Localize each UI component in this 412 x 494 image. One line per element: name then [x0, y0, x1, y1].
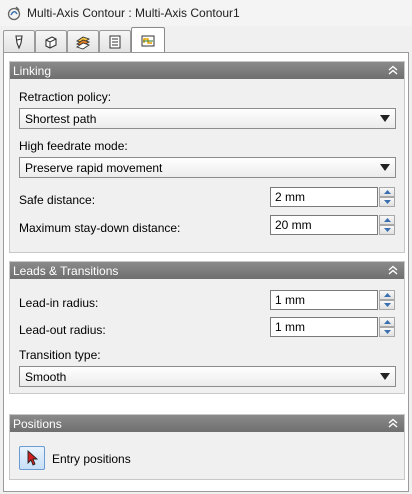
max-staydown-spinner: 20 mm [270, 215, 395, 235]
lead-in-input[interactable]: 1 mm [270, 290, 379, 310]
arrow-down-icon [383, 200, 391, 204]
arrow-down-icon [383, 330, 391, 334]
arrow-up-icon [383, 218, 391, 222]
retraction-policy-label: Retraction policy: [19, 90, 112, 104]
positions-group-header[interactable]: Positions [10, 415, 404, 432]
linking-group-header[interactable]: Linking [10, 62, 404, 79]
tab-geometry[interactable] [35, 30, 67, 52]
entry-positions-label: Entry positions [52, 452, 131, 466]
linking-group-title: Linking [13, 63, 52, 78]
retraction-policy-value: Shortest path [25, 111, 97, 126]
tab-tool[interactable] [3, 30, 35, 52]
title-bar: Multi-Axis Contour : Multi-Axis Contour1 [0, 0, 412, 26]
entry-positions-button[interactable] [19, 446, 45, 470]
tool-icon [15, 34, 23, 49]
tab-strip [3, 26, 409, 53]
lead-in-spinner: 1 mm [270, 290, 395, 310]
lead-out-spinner: 1 mm [270, 317, 395, 337]
window-title: Multi-Axis Contour : Multi-Axis Contour1 [27, 6, 240, 20]
high-feedrate-label: High feedrate mode: [19, 139, 128, 153]
spin-down-button[interactable] [379, 300, 395, 310]
spin-up-button[interactable] [379, 187, 395, 197]
tab-linking[interactable] [131, 27, 165, 53]
tab-heights[interactable] [67, 30, 99, 52]
positions-group: Positions Entry positions [9, 414, 405, 480]
chevron-down-icon [380, 115, 390, 122]
lead-out-label: Lead-out radius: [19, 323, 106, 337]
cursor-arrow-icon [27, 450, 39, 466]
max-staydown-input[interactable]: 20 mm [270, 215, 379, 235]
leads-group-header[interactable]: Leads & Transitions [10, 262, 404, 279]
safe-distance-spinner: 2 mm [270, 187, 395, 207]
chevron-down-icon [380, 373, 390, 380]
collapse-icon[interactable] [386, 416, 400, 430]
transition-type-label: Transition type: [19, 348, 101, 362]
spin-down-button[interactable] [379, 225, 395, 235]
spin-up-button[interactable] [379, 290, 395, 300]
spin-up-button[interactable] [379, 215, 395, 225]
leads-group-title: Leads & Transitions [13, 263, 119, 278]
chevron-down-icon [380, 164, 390, 171]
operation-icon [7, 6, 21, 21]
lead-in-label: Lead-in radius: [19, 296, 99, 310]
lead-out-input[interactable]: 1 mm [270, 317, 379, 337]
geometry-icon [45, 35, 57, 49]
safe-distance-label: Safe distance: [19, 193, 96, 207]
passes-icon [109, 35, 121, 48]
arrow-up-icon [383, 320, 391, 324]
linking-group: Linking Retraction policy: Shortest path… [9, 61, 405, 253]
heights-icon [75, 36, 91, 49]
collapse-icon[interactable] [386, 263, 400, 277]
high-feedrate-value: Preserve rapid movement [25, 160, 163, 175]
transition-type-value: Smooth [25, 369, 67, 384]
tab-content: Linking Retraction policy: Shortest path… [3, 52, 409, 492]
spin-up-button[interactable] [379, 317, 395, 327]
leads-group: Leads & Transitions Lead-in radius: 1 mm… [9, 261, 405, 394]
spin-down-button[interactable] [379, 197, 395, 207]
positions-group-title: Positions [13, 416, 62, 431]
tab-passes[interactable] [99, 30, 131, 52]
max-staydown-label: Maximum stay-down distance: [19, 221, 181, 235]
arrow-up-icon [383, 293, 391, 297]
arrow-down-icon [383, 228, 391, 232]
retraction-policy-select[interactable]: Shortest path [19, 108, 396, 129]
arrow-up-icon [383, 190, 391, 194]
arrow-down-icon [383, 303, 391, 307]
transition-type-select[interactable]: Smooth [19, 366, 396, 387]
spin-down-button[interactable] [379, 327, 395, 337]
linking-icon [141, 35, 155, 46]
collapse-icon[interactable] [386, 63, 400, 77]
high-feedrate-select[interactable]: Preserve rapid movement [19, 157, 396, 178]
safe-distance-input[interactable]: 2 mm [270, 187, 379, 207]
